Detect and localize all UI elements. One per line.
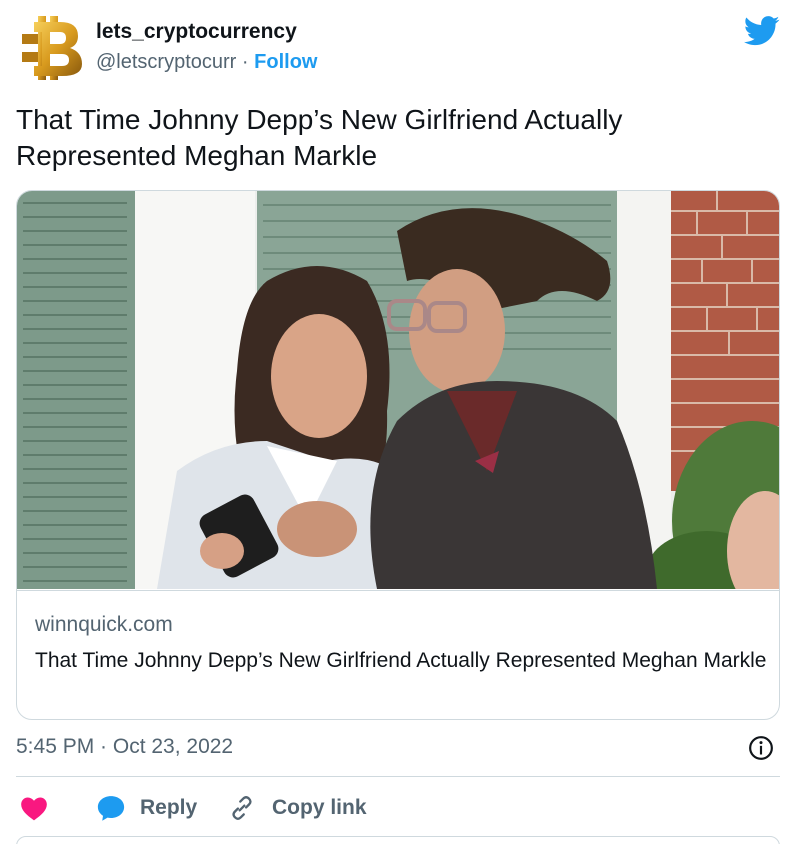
avatar[interactable] <box>16 12 88 84</box>
twitter-bird-icon[interactable] <box>744 16 780 46</box>
tweet-text: That Time Johnny Depp’s New Girlfriend A… <box>16 104 623 171</box>
card-body[interactable]: winnquick.com That Time Johnny Depp’s Ne… <box>17 590 779 719</box>
tweet-timestamp[interactable]: 5:45 PM · Oct 23, 2022 <box>16 735 233 759</box>
heart-icon <box>21 797 47 821</box>
author-handle-row: @letscryptocurr · Follow <box>96 51 317 74</box>
card-title: That Time Johnny Depp’s New Girlfriend A… <box>35 649 767 672</box>
author-handle[interactable]: @letscryptocurr <box>96 51 236 73</box>
like-button[interactable] <box>20 792 48 824</box>
info-icon[interactable] <box>748 735 774 761</box>
tweet-embed: lets_cryptocurrency @letscryptocurr · Fo… <box>0 0 800 844</box>
reply-label: Reply <box>140 796 198 819</box>
reply-button[interactable]: Reply <box>96 792 197 824</box>
copy-link-label: Copy link <box>272 796 367 819</box>
separator-dot: · <box>241 51 249 73</box>
follow-button[interactable]: Follow <box>254 51 317 73</box>
copy-link-button[interactable]: Copy link <box>228 792 367 824</box>
author-display-name[interactable]: lets_cryptocurrency <box>96 20 297 44</box>
reply-bubble-icon <box>97 796 125 821</box>
divider <box>16 776 780 777</box>
card-domain: winnquick.com <box>35 613 173 636</box>
read-replies-box[interactable] <box>16 836 780 844</box>
link-card[interactable]: winnquick.com That Time Johnny Depp’s Ne… <box>16 190 780 720</box>
card-image[interactable] <box>17 191 780 589</box>
link-icon <box>232 796 252 820</box>
